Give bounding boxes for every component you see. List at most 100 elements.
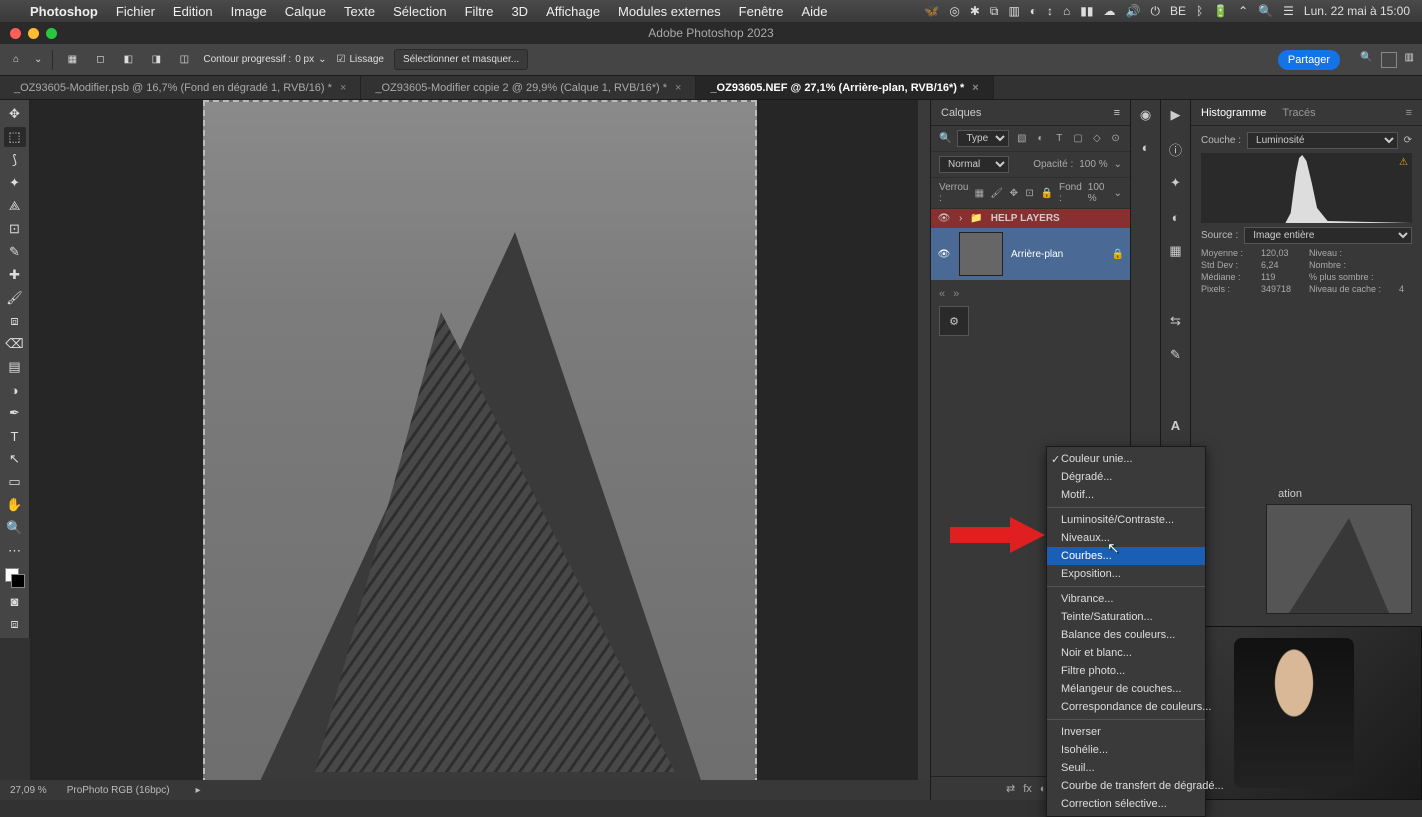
feather-value[interactable]: 0 px <box>295 54 314 65</box>
lock-icon[interactable]: 🔒 <box>1112 249 1124 260</box>
filter-icon[interactable]: ▧ <box>1015 132 1028 146</box>
lock-artboard-icon[interactable]: ⊡ <box>1025 186 1035 200</box>
menu-item[interactable]: Courbes... <box>1047 547 1205 565</box>
quickmask-icon[interactable]: ◙ <box>4 591 26 611</box>
menu-item[interactable]: Mélangeur de couches... <box>1047 680 1205 698</box>
document-canvas[interactable] <box>203 100 757 780</box>
status-icon[interactable]: ⌂ <box>1063 4 1070 18</box>
color-icon[interactable]: ◉ <box>1137 106 1155 124</box>
pen-tool-icon[interactable]: ✒ <box>4 403 26 423</box>
menu-item[interactable]: Couleur unie... <box>1047 450 1205 468</box>
filter-icon[interactable]: ◐ <box>1034 132 1047 146</box>
menu-item[interactable]: Calque <box>285 4 326 19</box>
menu-item[interactable]: Affichage <box>546 4 600 19</box>
warning-icon[interactable]: ⚠ <box>1399 157 1408 168</box>
histogram-tab[interactable]: Histogramme <box>1201 107 1266 119</box>
canvas-area[interactable] <box>30 100 930 780</box>
home-icon[interactable]: ⌂ <box>8 52 24 68</box>
menu-item[interactable]: Filtre photo... <box>1047 662 1205 680</box>
share-button[interactable]: Partager <box>1278 50 1340 70</box>
status-icon[interactable]: ◐ <box>1030 4 1037 18</box>
menu-item[interactable]: Luminosité/Contraste... <box>1047 511 1205 529</box>
fx-icon[interactable]: fx <box>1023 783 1032 795</box>
vertical-scrollbar[interactable] <box>918 100 930 780</box>
status-icon[interactable]: ⧉ <box>990 4 999 19</box>
hand-tool-icon[interactable]: ✋ <box>4 495 26 515</box>
lock-trans-icon[interactable]: ▦ <box>974 186 984 200</box>
chevron-left-icon[interactable]: « <box>939 288 945 300</box>
menu-item[interactable]: 3D <box>511 4 528 19</box>
status-icon[interactable]: ☁ <box>1104 4 1116 18</box>
filter-type-select[interactable]: Type <box>957 130 1009 147</box>
stamp-tool-icon[interactable]: ⧈ <box>4 311 26 331</box>
status-icon[interactable]: ◎ <box>949 4 959 18</box>
eyedropper-tool-icon[interactable]: ✎ <box>4 242 26 262</box>
color-swatches[interactable] <box>5 568 25 588</box>
actions-icon[interactable]: ▶ <box>1167 106 1185 124</box>
menu-item[interactable]: Fichier <box>116 4 155 19</box>
opacity-value[interactable]: 100 % <box>1079 159 1107 170</box>
status-icon[interactable]: ⏻ <box>1150 4 1160 19</box>
screenmode-icon[interactable]: ⧈ <box>4 614 26 634</box>
new-selection-icon[interactable]: ◻ <box>91 51 109 69</box>
battery-icon[interactable]: 🔋 <box>1213 4 1228 18</box>
minimize-window-icon[interactable] <box>28 28 39 39</box>
zoom-tool-icon[interactable]: 🔍 <box>4 518 26 538</box>
document-tab[interactable]: _OZ93605-Modifier.psb @ 16,7% (Fond en d… <box>0 76 361 99</box>
menu-item[interactable]: Dégradé... <box>1047 468 1205 486</box>
add-selection-icon[interactable]: ◧ <box>119 51 137 69</box>
lock-pos-icon[interactable]: ✥ <box>1009 186 1019 200</box>
caret-icon[interactable]: ⌄ <box>34 54 42 65</box>
channel-select[interactable]: Luminosité <box>1247 132 1398 149</box>
menu-item[interactable]: Courbe de transfert de dégradé... <box>1047 777 1205 795</box>
type-tool-icon[interactable]: T <box>4 426 26 446</box>
status-icon[interactable]: ↕ <box>1047 4 1053 18</box>
adjustments-icon[interactable]: ⚙ <box>939 306 969 336</box>
chevron-right-icon[interactable]: ▸ <box>196 785 201 796</box>
close-icon[interactable]: × <box>972 82 978 94</box>
brushes-icon[interactable]: ⇆ <box>1167 312 1185 330</box>
chevron-right-icon[interactable]: › <box>959 213 962 224</box>
layers-tab[interactable]: Calques <box>941 107 981 119</box>
menu-item[interactable]: Texte <box>344 4 375 19</box>
paths-tab[interactable]: Tracés <box>1282 107 1315 119</box>
menu-item[interactable]: Filtre <box>465 4 494 19</box>
panel-menu-icon[interactable]: ≡ <box>1114 107 1120 119</box>
maximize-window-icon[interactable] <box>46 28 57 39</box>
navigation-tab-partial[interactable]: ation <box>1278 488 1302 500</box>
navigator-preview[interactable] <box>1266 504 1412 614</box>
search-icon[interactable]: 🔍 <box>1258 4 1273 18</box>
status-icon[interactable]: ✱ <box>970 4 980 18</box>
menu-item[interactable]: Modules externes <box>618 4 721 19</box>
lock-pixels-icon[interactable]: 🖌 <box>990 186 1003 200</box>
menu-item[interactable]: Sélection <box>393 4 446 19</box>
feather-field[interactable]: Contour progressif : 0 px ⌄ <box>203 54 326 65</box>
visibility-icon[interactable]: 👁 <box>937 213 951 224</box>
adjustments-icon[interactable]: ◐ <box>1167 208 1185 226</box>
menu-item[interactable]: Correspondance de couleurs... <box>1047 698 1205 716</box>
app-name[interactable]: Photoshop <box>30 4 98 19</box>
panel-menu-icon[interactable]: ≡ <box>1406 107 1412 119</box>
refresh-icon[interactable]: ⟳ <box>1404 135 1412 146</box>
antialias-checkbox[interactable]: ☑ Lissage <box>337 54 384 65</box>
dodge-tool-icon[interactable]: ◑ <box>4 380 26 400</box>
menu-item[interactable]: Noir et blanc... <box>1047 644 1205 662</box>
lock-all-icon[interactable]: 🔒 <box>1041 186 1053 200</box>
blend-mode-select[interactable]: Normal <box>939 156 1009 173</box>
crop-tool-icon[interactable]: ⟁ <box>4 196 26 216</box>
healing-tool-icon[interactable]: ✚ <box>4 265 26 285</box>
marquee-tool-icon[interactable]: ⬚ <box>4 127 26 147</box>
menu-item[interactable]: Edition <box>173 4 213 19</box>
layer-group[interactable]: 👁 › 📁 HELP LAYERS <box>931 209 1130 228</box>
more-tools-icon[interactable]: ⋯ <box>4 541 26 561</box>
close-icon[interactable]: × <box>675 82 681 94</box>
swatches-icon[interactable]: ◐ <box>1137 138 1155 156</box>
bluetooth-icon[interactable]: ᛒ <box>1196 4 1203 18</box>
search-icon[interactable]: 🔍 <box>1360 52 1372 68</box>
caret-icon[interactable]: ⌄ <box>318 54 326 65</box>
filter-toggle-icon[interactable]: ⊙ <box>1109 132 1122 146</box>
status-icon[interactable]: 🦋 <box>924 4 939 18</box>
menu-item[interactable]: Balance des couleurs... <box>1047 626 1205 644</box>
clone-icon[interactable]: ✎ <box>1167 346 1185 364</box>
filter-icon[interactable]: ◇ <box>1090 132 1103 146</box>
